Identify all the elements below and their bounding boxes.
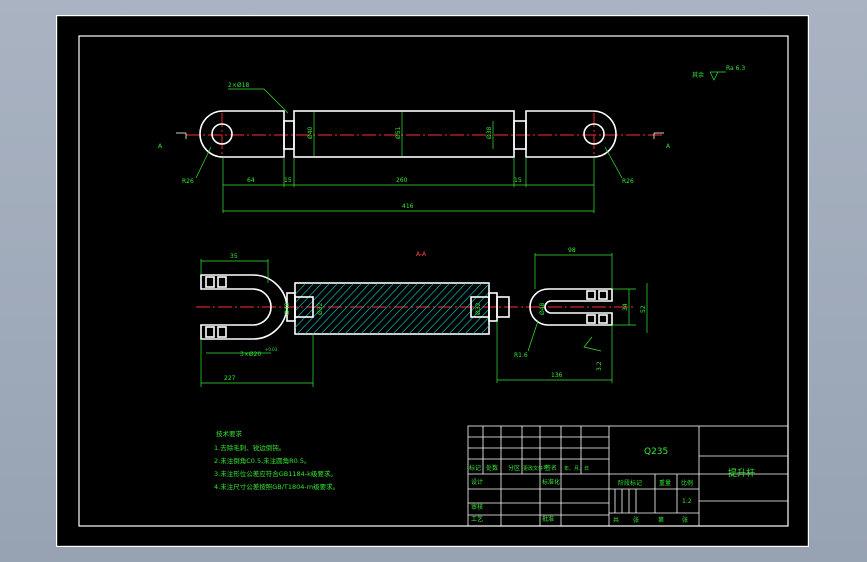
hatch-line xyxy=(448,291,489,334)
hatch-line xyxy=(376,283,427,334)
svg-text:Ø32: Ø32 xyxy=(317,302,324,315)
svg-text:年、月、日: 年、月、日 xyxy=(564,465,589,472)
svg-text:分区: 分区 xyxy=(508,464,520,472)
svg-text:Ra 6.3: Ra 6.3 xyxy=(726,65,745,72)
svg-text:+0.03: +0.03 xyxy=(265,347,278,352)
dim-260: 260 xyxy=(396,177,408,184)
hatch-line xyxy=(304,283,355,334)
svg-text:其余: 其余 xyxy=(692,71,704,79)
tb-weight: 重量 xyxy=(659,479,671,487)
tb-scale: 1:2 xyxy=(682,498,692,505)
hatch-line xyxy=(384,283,435,334)
dim-35: 35 xyxy=(230,253,238,260)
hatch-line xyxy=(456,300,489,334)
hatch-line xyxy=(320,283,371,334)
dim-136: 136 xyxy=(551,372,563,379)
roughness-symbol: 其余 Ra 6.3 xyxy=(692,65,745,81)
hatch-line xyxy=(392,283,443,334)
section-view: A-A Ø48 Ø32 Ø32 Ø48 35 98 34 52 227 136 … xyxy=(196,247,648,387)
tb-stage-mark: 阶段标记 xyxy=(618,479,642,487)
tb-approve: 批准 xyxy=(542,515,554,523)
hatch-line xyxy=(440,283,489,334)
hatch-line xyxy=(344,283,395,334)
title-block: 标记 处数 分区 更改文件号 签名 年、月、日 设计 标准化 审核 工艺 批准 … xyxy=(467,425,789,527)
radius-left: R26 xyxy=(182,178,194,185)
hole-label: 2×Ø18 xyxy=(228,82,249,89)
svg-text:张: 张 xyxy=(633,516,639,524)
section-radius: R1.6 xyxy=(514,352,528,359)
svg-text:签名: 签名 xyxy=(545,464,557,472)
tb-scale-label: 比例 xyxy=(681,479,693,487)
hatch-line xyxy=(295,283,307,295)
top-view: A A 2×Ø18 R26 R26 Ø40 Ø51 Ø38 64 15 260 … xyxy=(158,82,671,213)
dim-98: 98 xyxy=(568,247,576,254)
note-1: 1.去除毛刺、锐边倒钝。 xyxy=(214,443,285,452)
dia-51: Ø51 xyxy=(395,126,402,139)
section-title: A-A xyxy=(416,251,427,258)
dim-52: 52 xyxy=(640,305,647,313)
section-marker-left: A xyxy=(158,143,163,150)
dia-38: Ø38 xyxy=(486,126,493,139)
hatch-line xyxy=(368,283,419,334)
svg-text:共: 共 xyxy=(613,516,619,524)
drawing-sheet: A A 2×Ø18 R26 R26 Ø40 Ø51 Ø38 64 15 260 … xyxy=(56,15,809,547)
dim-15-right: 15 xyxy=(514,177,522,184)
cad-drawing: A A 2×Ø18 R26 R26 Ø40 Ø51 Ø38 64 15 260 … xyxy=(56,15,809,547)
hatch-line xyxy=(400,283,451,334)
section-hatch xyxy=(295,283,489,334)
tb-review: 审核 xyxy=(471,503,483,511)
svg-text:第: 第 xyxy=(658,516,664,524)
dim-64: 64 xyxy=(247,177,255,184)
svg-text:Ø48: Ø48 xyxy=(539,302,546,315)
hatch-line xyxy=(360,283,411,334)
hatch-line xyxy=(336,283,387,334)
note-2: 2.未注倒角C0.5,未注圆角R0.5。 xyxy=(214,456,311,465)
tb-designer: 设计 xyxy=(471,478,483,486)
hatch-line xyxy=(352,283,403,334)
radius-right: R26 xyxy=(622,178,634,185)
technical-notes: 技术要求 1.去除毛刺、锐边倒钝。 2.未注倒角C0.5,未注圆角R0.5。 3… xyxy=(214,429,339,491)
dim-34: 34 xyxy=(622,303,629,311)
tb-part-name: 提升杆 xyxy=(728,467,755,479)
dim-227: 227 xyxy=(224,375,236,382)
section-hole-label: 3×Ø20 xyxy=(240,351,261,358)
hatch-line xyxy=(424,283,475,334)
note-4: 4.未注尺寸公差按照GB/T1804-m级要求。 xyxy=(214,482,339,491)
svg-text:3.2: 3.2 xyxy=(596,361,603,371)
svg-text:处数: 处数 xyxy=(486,464,498,472)
svg-text:标记: 标记 xyxy=(469,464,481,472)
dia-40: Ø40 xyxy=(307,126,314,139)
hatch-line xyxy=(480,325,489,334)
hatch-line xyxy=(416,283,467,334)
svg-text:Ø32: Ø32 xyxy=(475,302,482,315)
tb-process: 工艺 xyxy=(471,515,483,523)
outer-border xyxy=(56,15,809,547)
tb-standardize: 标准化 xyxy=(542,478,560,486)
notes-title: 技术要求 xyxy=(216,429,243,438)
svg-text:张: 张 xyxy=(682,516,688,524)
hatch-line xyxy=(488,333,489,334)
note-3: 3.未注形位公差应符合GB1184-k级要求。 xyxy=(214,469,337,478)
svg-text:Ø48: Ø48 xyxy=(284,302,291,315)
inner-frame xyxy=(78,35,789,527)
dim-15-left: 15 xyxy=(284,177,292,184)
hatch-line xyxy=(328,283,379,334)
tb-material: Q235 xyxy=(644,447,668,457)
hatch-line xyxy=(408,283,459,334)
section-marker-right: A xyxy=(666,143,671,150)
right-eye-end xyxy=(525,110,617,158)
main-rod xyxy=(293,110,515,158)
dim-416: 416 xyxy=(402,203,414,210)
